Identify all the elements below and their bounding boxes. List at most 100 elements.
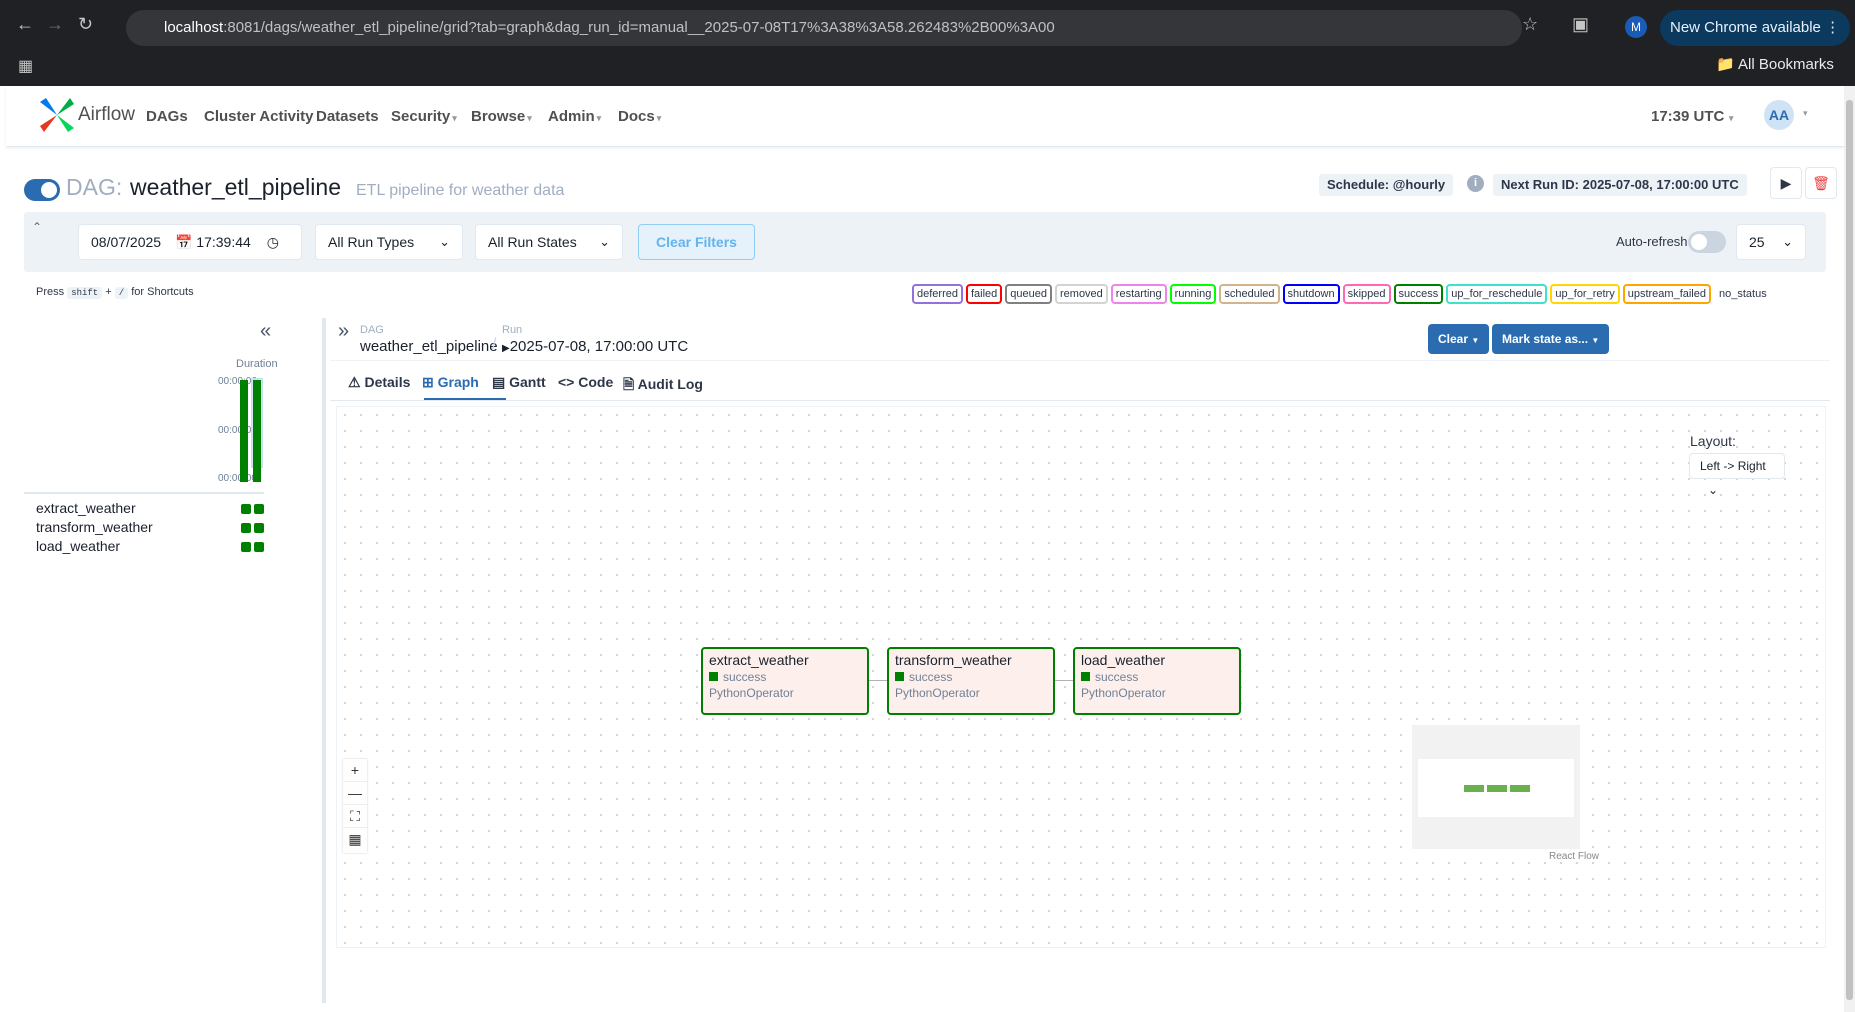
shortcut-press: Press xyxy=(36,286,65,298)
task-name[interactable]: extract_weather xyxy=(36,500,136,516)
all-bookmarks[interactable]: 📁 All Bookmarks xyxy=(1716,55,1834,73)
expand-right-icon[interactable]: » xyxy=(338,320,349,343)
legend-success[interactable]: success xyxy=(1393,284,1444,304)
legend-restarting[interactable]: restarting xyxy=(1110,284,1167,304)
legend-scheduled[interactable]: scheduled xyxy=(1219,284,1280,304)
run-duration-bar[interactable] xyxy=(240,380,248,482)
chevron-down-icon[interactable]: ▾ xyxy=(1803,108,1808,119)
chevron-down-icon: ⌄ xyxy=(599,234,610,249)
auto-refresh-toggle[interactable] xyxy=(1688,231,1726,253)
mark-state-button[interactable]: Mark state as... ▼ xyxy=(1492,324,1610,354)
nav-admin[interactable]: Admin ▾ xyxy=(548,108,601,125)
top-navbar: Airflow DAGs Cluster Activity Datasets S… xyxy=(6,86,1844,147)
task-instance-cell[interactable] xyxy=(241,523,251,533)
task-name[interactable]: transform_weather xyxy=(36,519,153,535)
minimap-viewport xyxy=(1418,759,1574,817)
base-date-input[interactable]: 08/07/2025 📅 17:39:44 ◷ xyxy=(78,224,302,260)
info-icon[interactable]: i xyxy=(1467,175,1484,192)
zoom-out-icon[interactable]: — xyxy=(343,782,367,805)
clear-button[interactable]: Clear ▼ xyxy=(1428,324,1490,354)
run-types-select[interactable]: All Run Types ⌄ xyxy=(315,224,463,260)
trigger-dag-button[interactable]: ▶ xyxy=(1770,167,1802,199)
collapse-left-icon[interactable]: « xyxy=(260,320,271,343)
delete-dag-button[interactable]: 🗑 xyxy=(1805,167,1837,199)
address-bar[interactable]: localhost:8081/dags/weather_etl_pipeline… xyxy=(126,10,1522,46)
task-instance-cell[interactable] xyxy=(241,542,251,552)
dag-pause-toggle[interactable] xyxy=(24,179,60,201)
legend-failed[interactable]: failed xyxy=(965,284,1003,304)
minimap-node xyxy=(1510,785,1530,792)
layout-select[interactable]: Left -> Right ⌄ xyxy=(1689,453,1785,497)
forward-icon[interactable]: → xyxy=(46,14,64,34)
run-duration-bar[interactable] xyxy=(253,380,261,482)
run-states-select[interactable]: All Run States ⌄ xyxy=(475,224,623,260)
tab-gantt[interactable]: ▤ Gantt xyxy=(492,374,546,391)
schedule-badge: Schedule: @hourly xyxy=(1319,174,1454,196)
url-path: :8081/dags/weather_etl_pipeline/grid?tab… xyxy=(223,19,1055,36)
zoom-in-icon[interactable]: + xyxy=(343,759,367,782)
scrollbar-thumb[interactable] xyxy=(1846,100,1853,1000)
graph-canvas[interactable]: Layout: Left -> Right ⌄ extract_weather … xyxy=(336,406,1826,948)
legend-upstream-failed[interactable]: upstream_failed xyxy=(1622,284,1711,304)
nav-cluster-activity[interactable]: Cluster Activity xyxy=(204,108,313,125)
node-state-label: success xyxy=(1095,670,1139,684)
page-size-select[interactable]: 25 ⌄ xyxy=(1736,224,1806,260)
clock-icon[interactable]: ◷ xyxy=(267,234,279,250)
task-node-transform-weather[interactable]: transform_weather success PythonOperator xyxy=(887,647,1055,715)
tab-details[interactable]: ⚠ Details xyxy=(348,374,410,391)
tab-graph[interactable]: ⊞ Graph xyxy=(422,374,479,391)
back-icon[interactable]: ← xyxy=(16,14,34,34)
task-instance-cell[interactable] xyxy=(241,504,251,514)
clear-filters-button[interactable]: Clear Filters xyxy=(638,224,755,260)
task-name[interactable]: load_weather xyxy=(36,538,120,554)
task-node-extract-weather[interactable]: extract_weather success PythonOperator xyxy=(701,647,869,715)
apps-grid-icon[interactable]: ▦ xyxy=(18,56,33,76)
mark-state-label: Mark state as... xyxy=(1502,332,1589,346)
dag-description: ETL pipeline for weather data xyxy=(356,182,565,199)
extensions-icon[interactable]: ▣ xyxy=(1572,14,1589,34)
new-chrome-button[interactable]: New Chrome available ⋮ xyxy=(1660,10,1850,46)
nav-docs[interactable]: Docs ▾ xyxy=(618,108,661,125)
breadcrumb-run-value: 2025-07-08, 17:00:00 UTC xyxy=(509,338,689,355)
breadcrumb-dag[interactable]: weather_etl_pipeline xyxy=(360,338,498,355)
nav-docs-label: Docs xyxy=(618,108,655,125)
legend-up-for-reschedule[interactable]: up_for_reschedule xyxy=(1446,284,1548,304)
document-icon: 🗎 xyxy=(623,376,635,392)
nav-browse[interactable]: Browse ▾ xyxy=(471,108,532,125)
user-avatar[interactable]: AA xyxy=(1764,100,1794,130)
profile-avatar[interactable]: M xyxy=(1625,16,1647,38)
legend-skipped[interactable]: skipped xyxy=(1342,284,1391,304)
brand-name[interactable]: Airflow xyxy=(78,104,135,126)
breadcrumb-run[interactable]: ▶2025-07-08, 17:00:00 UTC xyxy=(502,338,688,355)
reload-icon[interactable]: ↻ xyxy=(78,14,93,34)
collapse-up-icon[interactable]: ⌃ xyxy=(32,220,42,234)
airflow-logo-icon[interactable] xyxy=(38,96,76,134)
utc-clock[interactable]: 17:39 UTC ▾ xyxy=(1651,108,1733,125)
tab-audit-log[interactable]: 🗎 Audit Log xyxy=(623,374,703,398)
fit-view-icon[interactable]: ⛶ xyxy=(343,805,367,828)
date-value: 08/07/2025 xyxy=(91,234,162,250)
tab-code[interactable]: <> Code xyxy=(558,374,613,390)
legend-queued[interactable]: queued xyxy=(1005,284,1052,304)
node-operator: PythonOperator xyxy=(709,686,794,700)
legend-running[interactable]: running xyxy=(1169,284,1217,304)
task-instance-cell[interactable] xyxy=(254,523,264,533)
nav-dags[interactable]: DAGs xyxy=(146,108,188,125)
task-instance-cell[interactable] xyxy=(254,504,264,514)
react-flow-attribution[interactable]: React Flow xyxy=(1549,851,1599,862)
legend-shutdown[interactable]: shutdown xyxy=(1282,284,1340,304)
legend-no-status[interactable]: no_status xyxy=(1714,284,1772,304)
lock-view-icon[interactable]: ▦ xyxy=(343,828,367,851)
star-icon[interactable]: ☆ xyxy=(1522,14,1538,34)
calendar-icon[interactable]: 📅 xyxy=(175,234,192,250)
legend-up-for-retry[interactable]: up_for_retry xyxy=(1550,284,1620,304)
gantt-icon: ▤ xyxy=(492,374,506,390)
legend-removed[interactable]: removed xyxy=(1055,284,1108,304)
task-instance-cell[interactable] xyxy=(254,542,264,552)
task-node-load-weather[interactable]: load_weather success PythonOperator xyxy=(1073,647,1241,715)
nav-datasets[interactable]: Datasets xyxy=(316,108,379,125)
minimap[interactable] xyxy=(1412,725,1580,849)
nav-security[interactable]: Security ▾ xyxy=(391,108,457,125)
legend-deferred[interactable]: deferred xyxy=(912,284,963,304)
new-chrome-label: New Chrome available xyxy=(1670,19,1821,36)
